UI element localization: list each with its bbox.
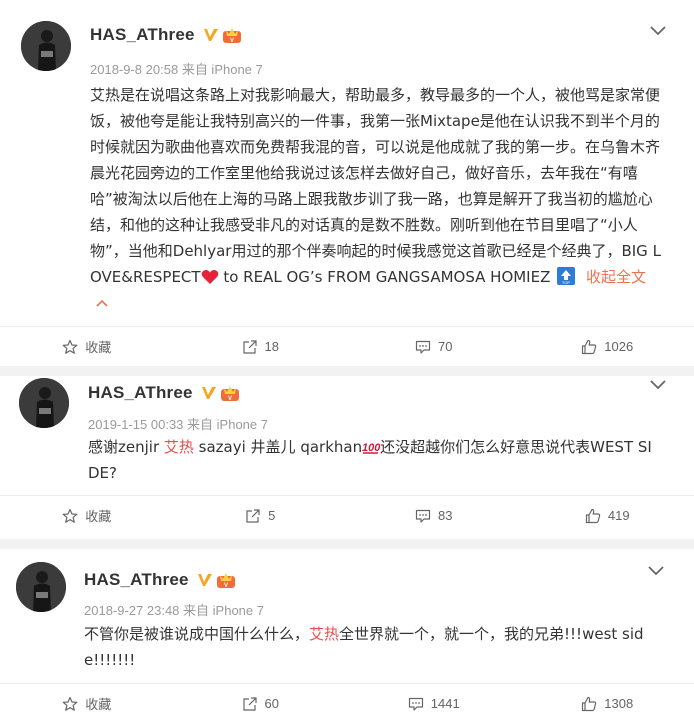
repost-count: 18 xyxy=(264,339,279,354)
vip-crown-icon[interactable]: V xyxy=(220,384,240,402)
post-source: 来自 iPhone 7 xyxy=(187,417,268,432)
like-button[interactable]: 1026 xyxy=(521,327,694,366)
post-text: 艾热是在说唱这条路上对我影响最大，帮助最多，教导最多的一个人，被他骂是家常便饭，… xyxy=(90,82,665,316)
chevron-down-icon[interactable] xyxy=(650,26,666,36)
post-text: 不管你是被谁说成中国什么什么，艾热全世界就一个，就一个，我的兄弟!!!west … xyxy=(84,621,664,673)
comment-count: 70 xyxy=(438,339,453,354)
repost-count: 5 xyxy=(268,508,276,523)
chevron-down-icon[interactable] xyxy=(648,566,664,576)
post-text-mid: sazayi 井盖儿 qarkhan xyxy=(193,438,363,456)
chevron-up-icon[interactable] xyxy=(96,298,108,308)
post-card: HAS_AThree V 2018-9-8 20:58 来自 iPhone 7 … xyxy=(0,0,694,366)
repost-icon xyxy=(242,696,257,711)
like-count: 1308 xyxy=(604,696,634,711)
star-icon xyxy=(62,339,78,354)
like-button[interactable]: 419 xyxy=(521,496,694,535)
favorite-label: 收藏 xyxy=(85,509,112,524)
vip-crown-icon[interactable]: V xyxy=(222,26,242,44)
like-count: 1026 xyxy=(604,339,634,354)
100-emoji-icon: 100 xyxy=(362,442,380,454)
thumbs-up-icon xyxy=(582,339,597,354)
comment-count: 83 xyxy=(438,508,453,523)
repost-icon xyxy=(246,508,260,523)
vip-crown-icon[interactable]: V xyxy=(216,571,236,589)
post-time[interactable]: 2018-9-27 23:48 xyxy=(84,603,179,618)
thumbs-up-icon xyxy=(585,508,601,523)
verified-v-icon xyxy=(201,387,216,399)
username[interactable]: HAS_AThree xyxy=(84,570,189,590)
username[interactable]: HAS_AThree xyxy=(88,383,193,403)
post-text: 感谢zenjir 艾热 sazayi 井盖儿 qarkhan 100 还没超越你们怎… xyxy=(88,434,663,486)
post-text-body: 感谢zenjir xyxy=(88,438,164,456)
star-icon xyxy=(62,696,78,711)
comment-icon xyxy=(408,697,423,711)
comment-icon xyxy=(415,509,431,523)
repost-icon xyxy=(242,339,257,354)
repost-button[interactable]: 5 xyxy=(174,496,348,535)
post-divider xyxy=(0,366,694,376)
name-row: HAS_AThree V xyxy=(88,382,240,404)
post-source: 来自 iPhone 7 xyxy=(181,62,263,77)
post-text-body: 不管你是被谁说成中国什么什么， xyxy=(84,625,310,643)
comment-button[interactable]: 83 xyxy=(347,496,521,535)
star-icon xyxy=(62,508,78,523)
action-bar: 收藏 60 1441 1308 xyxy=(0,683,694,723)
favorite-label: 收藏 xyxy=(85,697,112,712)
action-bar: 收藏 18 70 1026 xyxy=(0,326,694,366)
post-time[interactable]: 2019-1-15 00:33 xyxy=(88,417,183,432)
collapse-text-link[interactable]: 收起全文 xyxy=(586,268,646,286)
post-time[interactable]: 2018-9-8 20:58 xyxy=(90,62,178,77)
like-count: 419 xyxy=(607,508,630,523)
svg-text:V: V xyxy=(224,583,228,589)
comment-count: 1441 xyxy=(430,696,460,711)
post-card: HAS_AThree V 2018-9-27 23:48 来自 iPhone 7… xyxy=(0,549,694,726)
like-button[interactable]: 1308 xyxy=(521,684,694,723)
comment-button[interactable]: 1441 xyxy=(347,684,521,723)
post-card: HAS_AThree V 2019-1-15 00:33 来自 iPhone 7… xyxy=(0,376,694,539)
repost-button[interactable]: 18 xyxy=(174,327,348,366)
red-heart-icon xyxy=(201,270,218,284)
avatar[interactable] xyxy=(21,21,71,71)
thumbs-up-icon xyxy=(582,696,597,711)
verified-v-icon xyxy=(203,29,218,41)
svg-text:V: V xyxy=(228,396,232,402)
action-bar: 收藏 5 83 419 xyxy=(0,495,694,535)
favorite-button[interactable]: 收藏 xyxy=(0,327,174,366)
post-source: 来自 iPhone 7 xyxy=(183,603,264,618)
mention-link[interactable]: 艾热 xyxy=(164,438,194,456)
post-text-body: 艾热是在说唱这条路上对我影响最大，帮助最多，教导最多的一个人，被他骂是家常便饭，… xyxy=(90,86,661,286)
chevron-down-icon[interactable] xyxy=(650,380,666,390)
comment-icon xyxy=(415,340,431,354)
username[interactable]: HAS_AThree xyxy=(90,25,195,45)
top-arrow-icon: TOP xyxy=(557,267,576,285)
avatar[interactable] xyxy=(19,378,69,428)
post-text-tail: to REAL OG’s FROM GANGSAMOSA HOMIEZ xyxy=(218,268,551,286)
post-meta: 2018-9-27 23:48 来自 iPhone 7 xyxy=(84,600,264,619)
favorite-button[interactable]: 收藏 xyxy=(0,496,174,535)
mention-link[interactable]: 艾热 xyxy=(309,625,339,643)
verified-v-icon xyxy=(197,574,212,586)
comment-button[interactable]: 70 xyxy=(347,327,521,366)
avatar[interactable] xyxy=(16,562,66,612)
svg-text:TOP: TOP xyxy=(562,280,570,285)
favorite-label: 收藏 xyxy=(85,340,112,355)
repost-button[interactable]: 60 xyxy=(174,684,348,723)
svg-text:100: 100 xyxy=(362,442,380,454)
post-meta: 2019-1-15 00:33 来自 iPhone 7 xyxy=(88,414,268,433)
favorite-button[interactable]: 收藏 xyxy=(0,684,174,723)
name-row: HAS_AThree V xyxy=(90,24,242,46)
name-row: HAS_AThree V xyxy=(84,569,236,591)
svg-text:V: V xyxy=(230,38,234,44)
repost-count: 60 xyxy=(264,696,279,711)
post-meta: 2018-9-8 20:58 来自 iPhone 7 xyxy=(90,59,263,78)
post-divider xyxy=(0,539,694,549)
